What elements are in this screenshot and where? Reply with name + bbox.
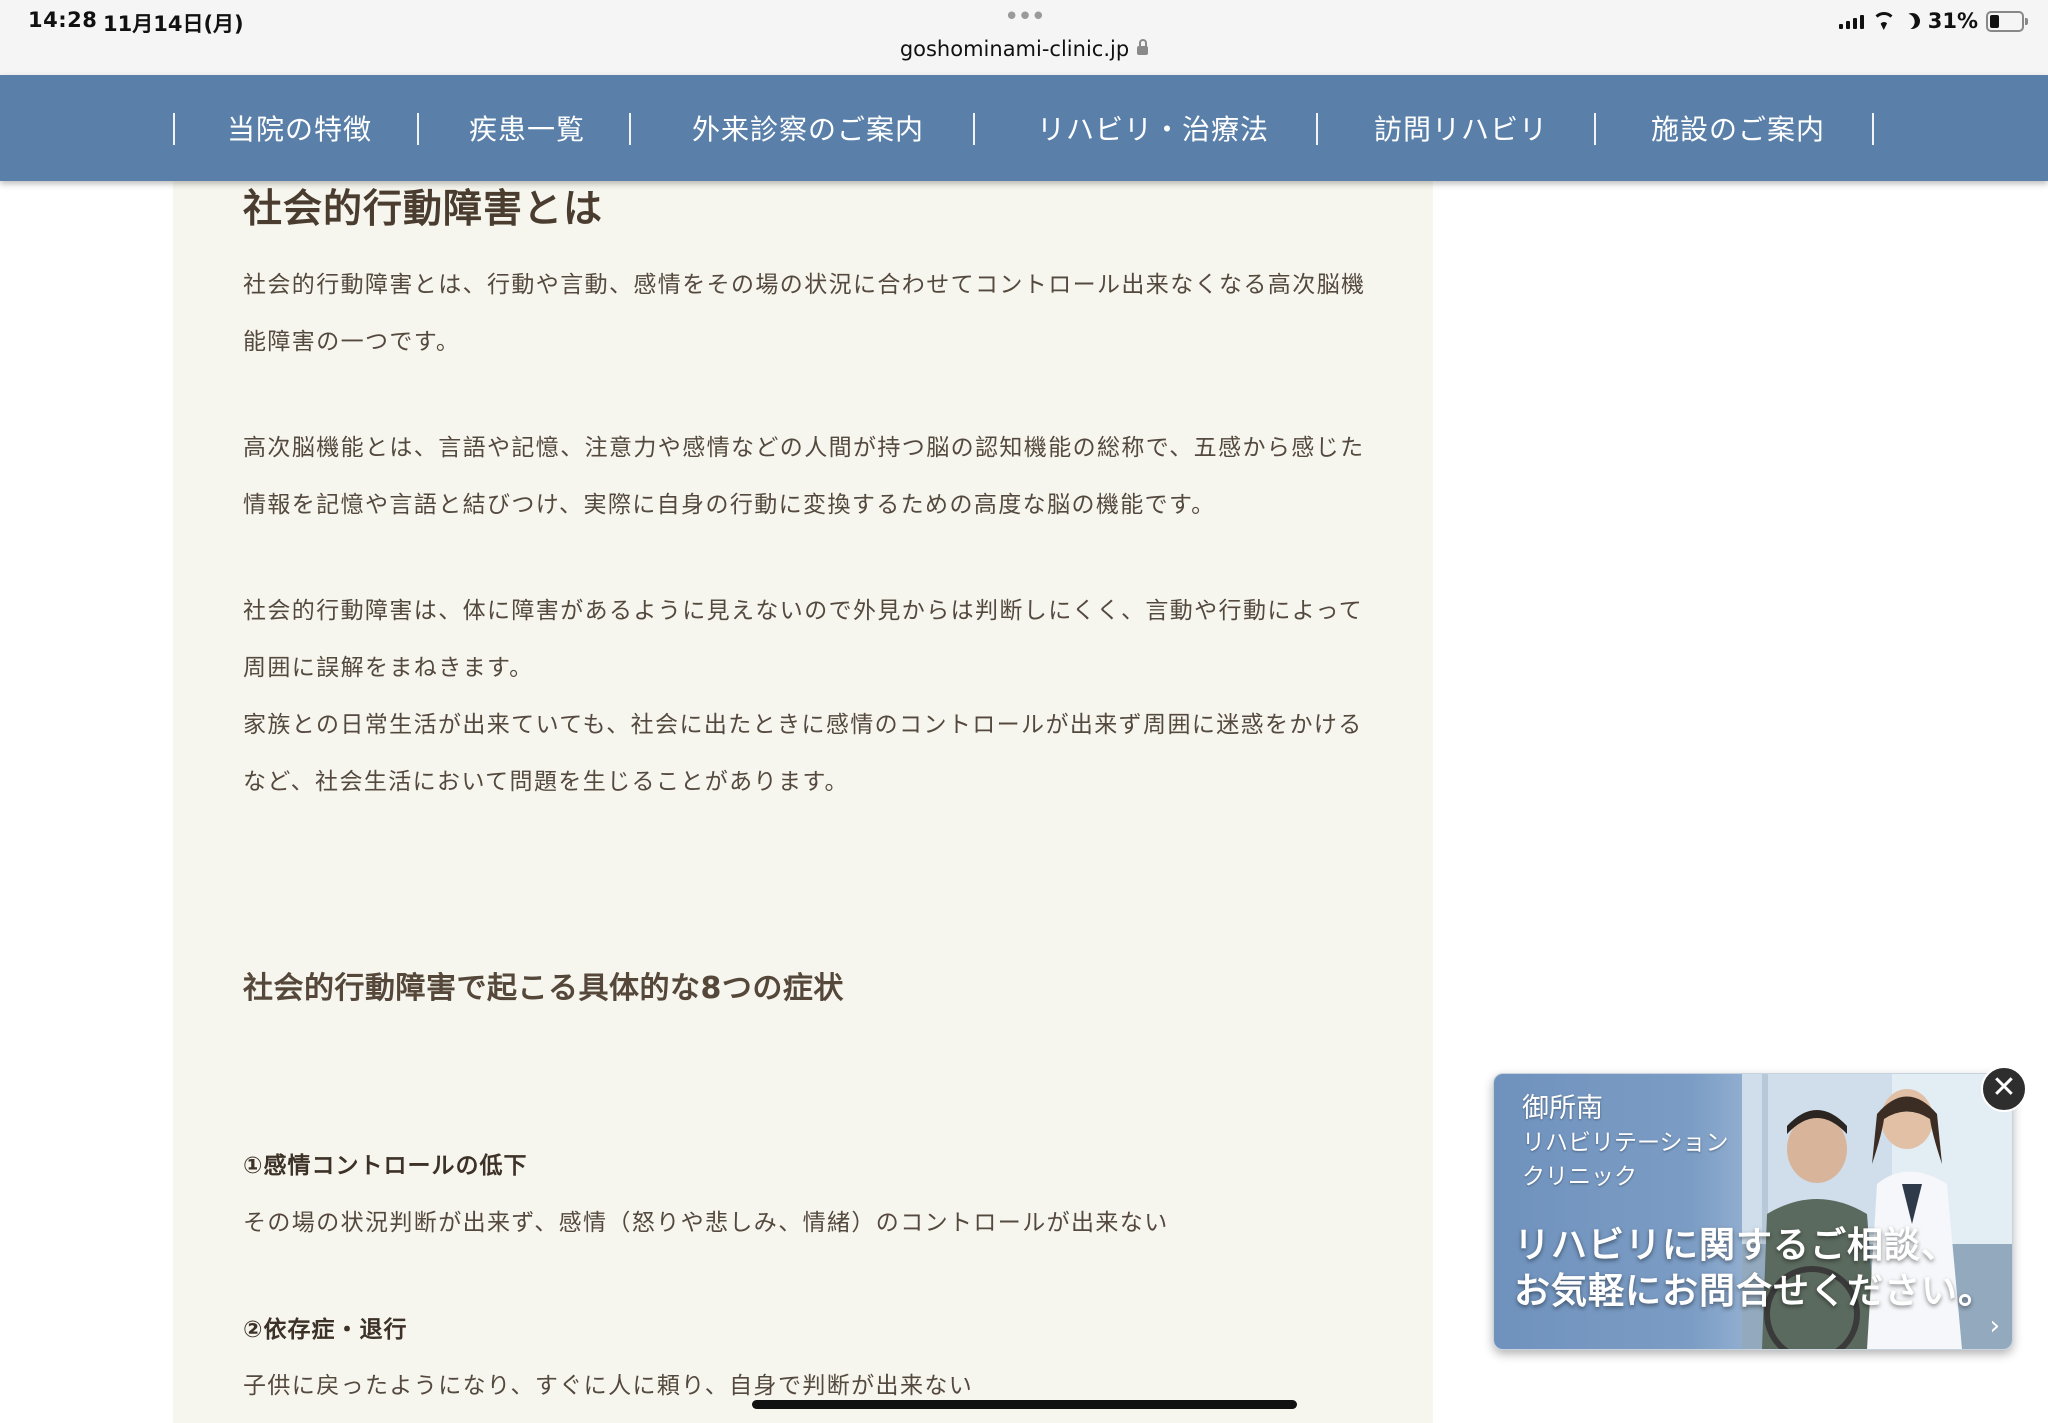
nav-item-outpatient[interactable]: 外来診察のご案内: [692, 108, 924, 148]
nav-separator: [417, 113, 419, 145]
article-paragraph: 社会的行動障害は、体に障害があるように見えないので外見からは判断しにくく、言動や…: [243, 598, 1364, 624]
nav-item-facilities[interactable]: 施設のご案内: [1651, 108, 1825, 148]
battery-percent: 31%: [1927, 9, 1978, 33]
wifi-icon: [1872, 12, 1896, 30]
main-nav: 当院の特徴 疾患一覧 外来診察のご案内 リハビリ・治療法 訪問リハビリ 施設のご…: [0, 75, 2048, 181]
consultation-banner[interactable]: 御所南 リハビリテーション クリニック リハビリに関するご相談、 お気軽にお問合…: [1493, 1073, 2013, 1350]
nav-separator: [629, 113, 631, 145]
close-banner-button[interactable]: ✕: [1981, 1066, 2027, 1112]
symptoms-subheading: 社会的行動障害で起こる具体的な8つの症状: [243, 971, 844, 1006]
article-paragraph: 社会的行動障害とは、行動や言動、感情をその場の状況に合わせてコントロール出来なく…: [243, 272, 1366, 298]
nav-item-home-rehab[interactable]: 訪問リハビリ: [1374, 108, 1548, 148]
article-heading: 社会的行動障害とは: [243, 187, 604, 232]
tab-menu-dots-icon[interactable]: •••: [1004, 2, 1046, 32]
banner-cta-line: お気軽にお問合せください。: [1514, 1270, 1996, 1312]
focus-moon-icon: [1901, 10, 1923, 32]
symptom-description: 子供に戻ったようになり、すぐに人に頼り、自身で判断が出来ない: [243, 1373, 974, 1399]
banner-clinic-line: リハビリテーション: [1522, 1130, 1729, 1156]
status-time: 14:28: [28, 8, 98, 32]
nav-separator: [1872, 113, 1874, 145]
article-paragraph: 周囲に誤解をまねきます。: [243, 655, 534, 681]
nav-separator: [173, 113, 175, 145]
status-date: 11月14日(月): [103, 12, 244, 36]
cellular-signal-icon: [1838, 13, 1864, 29]
nav-item-rehab-treatment[interactable]: リハビリ・治療法: [1037, 108, 1269, 148]
lock-icon: [1137, 39, 1149, 55]
address-bar[interactable]: goshominami-clinic.jp: [0, 37, 2048, 61]
chevron-right-icon[interactable]: ›: [1990, 1311, 2000, 1341]
article-paragraph: 家族との日常生活が出来ていても、社会に出たときに感情のコントロールが出来ず周囲に…: [243, 712, 1363, 738]
article-paragraph: 高次脳機能とは、言語や記憶、注意力や感情などの人間が持つ脳の認知機能の総称で、五…: [243, 435, 1365, 461]
banner-cta-line: リハビリに関するご相談、: [1514, 1224, 1959, 1266]
nav-item-features[interactable]: 当院の特徴: [227, 108, 372, 148]
banner-clinic-line: 御所南: [1522, 1093, 1603, 1124]
article-paragraph: 情報を記憶や言語と結びつけ、実際に自身の行動に変換するための高度な脳の機能です。: [243, 492, 1216, 518]
nav-item-diseases[interactable]: 疾患一覧: [469, 108, 585, 148]
banner-cta-text: リハビリに関するご相談、 お気軽にお問合せください。: [1514, 1222, 1995, 1314]
status-indicators: 31%: [1838, 8, 2028, 34]
article-paragraph: など、社会生活において問題を生じることがあります。: [243, 769, 849, 795]
symptom-description: その場の状況判断が出来ず、感情（怒りや悲しみ、情緒）のコントロールが出来ない: [243, 1210, 1169, 1236]
article-paragraph: 能障害の一つです。: [243, 329, 461, 355]
symptom-title: ②依存症・退行: [243, 1317, 408, 1343]
nav-separator: [1316, 113, 1318, 145]
battery-icon: [1986, 10, 2028, 32]
url-text[interactable]: goshominami-clinic.jp: [900, 37, 1129, 61]
home-indicator[interactable]: [752, 1400, 1297, 1409]
symptom-title: ①感情コントロールの低下: [243, 1153, 528, 1179]
nav-separator: [973, 113, 975, 145]
nav-separator: [1594, 113, 1596, 145]
status-bar: 14:28 11月14日(月) ••• goshominami-clinic.j…: [0, 0, 2048, 76]
banner-clinic-line: クリニック: [1522, 1164, 1637, 1190]
banner-clinic-name: 御所南 リハビリテーション クリニック: [1522, 1092, 1729, 1194]
